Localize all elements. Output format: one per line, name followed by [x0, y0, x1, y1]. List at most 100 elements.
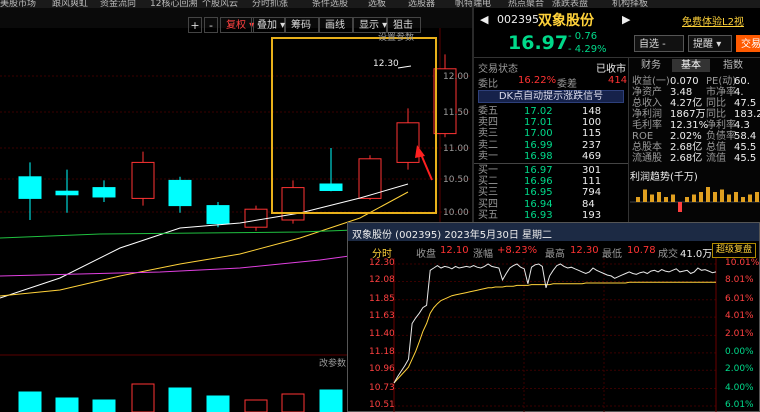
current-price: 16.97	[508, 32, 569, 54]
top-menu-item[interactable]: 热点聚合	[508, 0, 544, 8]
intraday-chart[interactable]	[347, 258, 760, 412]
orderbook-price: 16.94	[524, 198, 553, 210]
candle[interactable]	[244, 208, 268, 228]
profit-bar	[755, 192, 759, 202]
orderbook-row[interactable]: 买二 16.96 111	[474, 176, 629, 187]
intraday-y-right: 4.01%	[725, 311, 754, 322]
candle[interactable]	[55, 190, 79, 196]
l2-trial-link[interactable]: 免费体验L2视	[682, 13, 744, 28]
chart-toolbar: + - 复权 ▾ 叠加 ▾ 筹码 画线 显示 ▾ 狙击	[0, 8, 472, 33]
low-value: 10.78	[627, 245, 656, 256]
profit-bar	[685, 197, 689, 202]
top-menu-item[interactable]: 12核心回溯	[150, 0, 197, 8]
remind-label: 提醒	[693, 39, 713, 50]
profit-bar	[741, 197, 745, 202]
financial-label: 毛利率	[632, 120, 662, 131]
vol-settings-label[interactable]: 改参数	[319, 356, 346, 369]
financial-label: PE(动)	[706, 76, 737, 87]
orderbook-row[interactable]: 买四 16.94 84	[474, 199, 629, 210]
kline-y-label: 10.00	[443, 208, 469, 218]
intraday-y-right: 6.01%	[725, 400, 754, 410]
top-menu-item[interactable]: 涨跌表盘	[552, 0, 588, 8]
profit-bar	[748, 194, 752, 202]
trade-status-value: 已收市	[596, 64, 626, 75]
intraday-y-right: 8.01%	[725, 275, 754, 286]
financial-value: 47.5	[734, 98, 757, 109]
financial-value: 3.48	[670, 87, 693, 98]
intraday-y-right: 4.00%	[725, 382, 754, 393]
signal-banner[interactable]: DK点自动提示涨跌信号	[478, 90, 624, 103]
orderbook-row[interactable]: 卖一 16.98 469	[474, 151, 629, 162]
orderbook-row[interactable]: 买一 16.97 301	[474, 165, 629, 176]
orderbook-volume: 794	[582, 187, 602, 199]
kline-settings-label[interactable]: 设置参数	[378, 30, 414, 43]
intraday-y-left: 10.96	[369, 364, 395, 375]
orderbook-row[interactable]: 卖二 16.99 237	[474, 140, 629, 151]
candle[interactable]	[92, 187, 116, 198]
price-change: - 0.76	[568, 31, 598, 42]
orderbook-level-label: 卖一	[478, 150, 498, 162]
financial-label: 净利润	[632, 109, 662, 120]
tab-0[interactable]: 财务	[632, 59, 670, 72]
profit-trend-chart	[630, 187, 760, 212]
intraday-y-right: 2.00%	[725, 364, 754, 375]
top-menu-item[interactable]: 跟风爽虹	[52, 0, 88, 8]
intraday-y-right: 10.01%	[725, 258, 760, 268]
super-replay-button[interactable]: 超级复盘	[712, 243, 757, 258]
add-watchlist-button[interactable]: 自选 -	[634, 35, 684, 52]
intraday-y-right: 0.00%	[725, 346, 754, 357]
order-book: 委五 17.02 148 卖四 17.01 100 卖三 17.00 115 卖二 16.99 237…	[474, 106, 629, 221]
kline-y-label: 11.50	[443, 108, 469, 118]
high-value: 12.30	[570, 245, 599, 256]
top-menu-item[interactable]: 资金流向	[100, 0, 136, 8]
orderbook-row[interactable]: 卖三 17.00 115	[474, 128, 629, 139]
top-menu-item[interactable]: 分时抓涨	[252, 0, 288, 8]
orderbook-volume: 237	[582, 139, 602, 151]
orderbook-row[interactable]: 委五 17.02 148	[474, 106, 629, 117]
top-menu-item[interactable]: 美股市场	[0, 0, 36, 8]
candle[interactable]	[206, 205, 230, 225]
candle[interactable]	[18, 176, 42, 199]
candle[interactable]	[319, 183, 343, 191]
profit-bar	[720, 189, 724, 202]
orderbook-price: 17.01	[524, 117, 553, 129]
orderbook-level-label: 买三	[478, 187, 498, 199]
orderbook-level-label: 买五	[478, 209, 498, 221]
chg-value: +8.23%	[497, 245, 538, 256]
orderbook-row[interactable]: 买三 16.95 794	[474, 187, 629, 198]
orderbook-level-label: 卖二	[478, 139, 498, 151]
top-menu-item[interactable]: 选股器	[408, 0, 435, 8]
trade-status-label: 交易状态	[478, 64, 518, 75]
financial-label: 净利率	[706, 120, 736, 131]
volume-bar	[244, 399, 268, 412]
orderbook-volume: 469	[582, 150, 602, 162]
financial-label: 净资产	[632, 87, 662, 98]
top-menu-item[interactable]: 机构择板	[612, 0, 648, 8]
intraday-y-left: 12.08	[369, 275, 395, 286]
profit-bar	[713, 192, 717, 202]
orderbook-level-label: 卖四	[478, 117, 498, 129]
profit-bar	[706, 187, 710, 202]
top-menu-item[interactable]: 条件选股	[312, 0, 348, 8]
intraday-y-left: 10.73	[369, 382, 395, 393]
orderbook-row[interactable]: 买五 16.93 193	[474, 210, 629, 221]
intraday-y-left: 11.85	[369, 293, 395, 304]
orderbook-row[interactable]: 卖四 17.01 100	[474, 117, 629, 128]
profit-bar	[734, 192, 738, 202]
quote-prev-arrow-icon[interactable]: ◀	[480, 13, 488, 26]
top-menu-item[interactable]: 选板	[368, 0, 386, 8]
stock-name: 双象股份	[538, 13, 594, 29]
financial-label: 市净率	[706, 87, 736, 98]
candle[interactable]	[131, 161, 155, 199]
tab-2[interactable]: 指数	[714, 59, 752, 72]
orderbook-volume: 193	[582, 209, 602, 221]
orderbook-price: 16.96	[524, 176, 553, 188]
kline-y-label: 10.50	[443, 175, 469, 185]
candle[interactable]	[168, 179, 192, 207]
quote-next-arrow-icon[interactable]: ▶	[622, 13, 630, 26]
financial-value: 12.31%	[670, 120, 709, 131]
trade-button[interactable]: 交易	[736, 35, 760, 52]
top-menu-item[interactable]: 个股风云	[202, 0, 238, 8]
tab-1[interactable]: 基本	[672, 59, 710, 72]
remind-button[interactable]: 提醒 ▾	[688, 35, 732, 52]
